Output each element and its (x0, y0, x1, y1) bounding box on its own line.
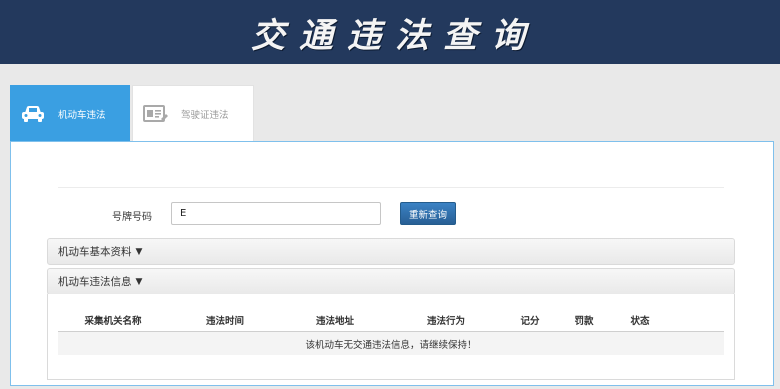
section-basic-info-header[interactable]: 机动车基本资料 ▼ (47, 238, 735, 265)
page-header: 交通违法查询 (0, 0, 780, 64)
license-card-icon (143, 102, 169, 126)
caret-down-icon: ▼ (135, 276, 143, 287)
table-empty-message: 该机动车无交通违法信息，请继续保持！ (58, 332, 724, 355)
requery-button[interactable]: 重新查询 (400, 202, 456, 225)
column-header: 采集机关名称 (84, 316, 142, 327)
car-icon (20, 102, 46, 126)
column-header: 状态 (630, 316, 650, 327)
plate-number-label: 号牌号码 (112, 212, 152, 223)
page-title: 交通违法查询 (251, 15, 539, 56)
column-header: 记分 (520, 316, 540, 327)
caret-down-icon: ▼ (135, 246, 143, 257)
section-title: 机动车违法信息 (58, 276, 132, 288)
column-header: 违法地址 (315, 316, 355, 327)
tab-label: 机动车违法 (58, 109, 106, 121)
tab-label: 驾驶证违法 (181, 110, 229, 121)
section-title: 机动车基本资料 (58, 246, 132, 258)
column-header: 罚款 (574, 316, 594, 327)
tab-license-violation[interactable]: 驾驶证违法 (132, 85, 254, 142)
plate-number-input[interactable] (171, 202, 381, 225)
column-header: 违法行为 (426, 316, 466, 327)
tab-vehicle-violation[interactable]: 机动车违法 (10, 85, 130, 142)
column-header: 违法时间 (205, 316, 245, 327)
section-violation-info-header[interactable]: 机动车违法信息 ▼ (47, 268, 735, 295)
divider (58, 187, 724, 188)
